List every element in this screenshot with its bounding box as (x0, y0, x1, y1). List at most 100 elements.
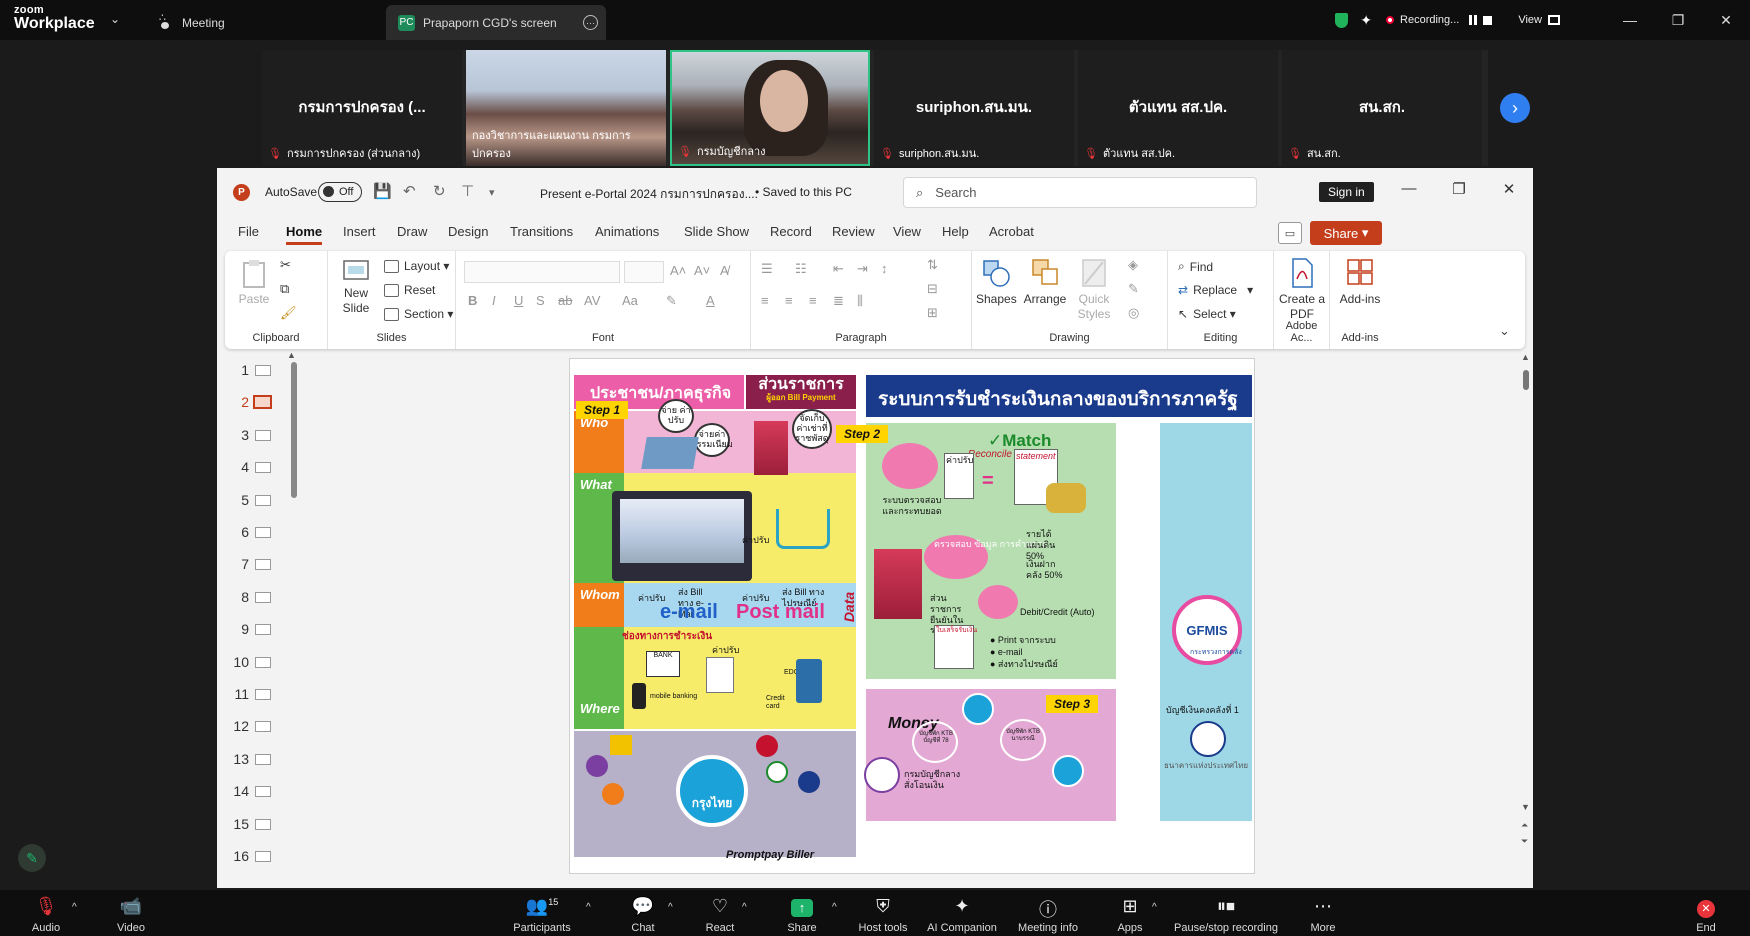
grid-view-icon[interactable] (1548, 15, 1560, 25)
font-family-select[interactable] (464, 261, 620, 283)
increase-indent-icon[interactable]: ⇥ (857, 261, 868, 277)
annotate-pen-button[interactable]: ✎ (18, 844, 46, 872)
char-spacing-icon[interactable]: AV (584, 293, 600, 308)
end-meeting-button[interactable]: ✕ End (1666, 896, 1746, 934)
present-icon[interactable]: ⊤ (461, 182, 474, 200)
shape-fill-icon[interactable]: ◈ (1128, 257, 1138, 273)
align-center-icon[interactable]: ≡ (785, 293, 793, 308)
align-left-icon[interactable]: ≡ (761, 293, 769, 308)
slide-number[interactable]: 13 (225, 751, 249, 767)
react-button[interactable]: ♡ React (680, 896, 760, 934)
participant-tile[interactable]: suriphon.สน.มน. 🎙 suriphon.สน.มน. (874, 50, 1074, 166)
decrease-indent-icon[interactable]: ⇤ (833, 261, 844, 277)
host-tools-button[interactable]: ⛨ Host tools (843, 896, 923, 934)
create-pdf-button[interactable]: Create a PDF (1278, 257, 1326, 322)
slide-thumbnail[interactable] (255, 786, 271, 798)
video-button[interactable]: 📹 Video (91, 896, 171, 934)
tab-record[interactable]: Record (770, 224, 812, 239)
close-icon[interactable]: ✕ (1702, 12, 1750, 29)
add-ins-button[interactable]: Add-ins (1334, 257, 1386, 307)
change-case-icon[interactable]: Aa (622, 293, 638, 308)
font-color-icon[interactable]: A (706, 293, 715, 308)
scroll-up-icon[interactable]: ▲ (1521, 352, 1530, 362)
share-button[interactable]: Share ▾ (1310, 221, 1382, 245)
select-button[interactable]: ↖ Select ▾ (1178, 307, 1236, 321)
ai-companion-button[interactable]: ✦ AI Companion (921, 896, 1003, 934)
restore-icon[interactable]: ❐ (1654, 12, 1702, 29)
align-text-icon[interactable]: ⊟ (927, 281, 938, 297)
arrange-button[interactable]: Arrange (1022, 257, 1068, 307)
comments-icon[interactable]: ▭ (1278, 222, 1302, 244)
tab-home[interactable]: Home (286, 224, 323, 245)
participant-tile[interactable]: กรมการปกครอง (... 🎙 กรมการปกครอง (ส่วนกลา… (262, 50, 462, 166)
strikethrough-icon[interactable]: ab (558, 293, 572, 308)
slide-vertical-scrollbar[interactable]: ▲ ▼ ⏶ ⏷ (1519, 352, 1533, 888)
scroll-down-icon[interactable]: ▼ (1521, 802, 1530, 812)
save-icon[interactable]: 💾 (373, 182, 392, 200)
slide-number[interactable]: 8 (225, 589, 249, 605)
slide-number[interactable]: 4 (225, 459, 249, 475)
shapes-button[interactable]: Shapes (976, 257, 1017, 307)
italic-icon[interactable]: I (492, 293, 496, 308)
customize-qat-icon[interactable]: ▾ (489, 186, 495, 199)
autosave-toggle[interactable]: Off (318, 182, 362, 202)
slide-number[interactable]: 11 (225, 686, 249, 702)
tab-file[interactable]: File (238, 224, 259, 239)
slide-thumbnail[interactable] (255, 689, 271, 700)
shape-outline-icon[interactable]: ✎ (1128, 281, 1139, 297)
numbering-icon[interactable]: ☷ (795, 261, 807, 277)
slide-number[interactable]: 12 (225, 718, 249, 734)
ppt-close-icon[interactable]: ✕ (1489, 180, 1529, 198)
participant-tile[interactable]: ตัวแทน สส.ปค. 🎙 ตัวแทน สส.ปค. (1078, 50, 1278, 166)
decrease-font-icon[interactable]: A˅ (694, 263, 710, 278)
tab-slide-show[interactable]: Slide Show (684, 224, 749, 239)
smartart-icon[interactable]: ⊞ (927, 305, 938, 321)
slide-number[interactable]: 3 (225, 427, 249, 443)
more-icon[interactable]: ··· (583, 15, 598, 30)
font-size-select[interactable] (624, 261, 664, 283)
layout-button[interactable]: Layout ▾ (384, 259, 449, 273)
participant-tile[interactable]: สน.สก. 🎙 สน.สก. (1282, 50, 1482, 166)
slide-canvas[interactable]: ประชาชน/ภาคธุรกิจ ส่วนราชการ ผู้ออก Bill… (569, 358, 1255, 874)
clear-format-icon[interactable]: A̸ (720, 263, 729, 278)
security-shield-icon[interactable] (1335, 12, 1349, 28)
audio-options-caret[interactable]: ^ (72, 902, 77, 913)
slide-number[interactable]: 5 (225, 492, 249, 508)
scroll-up-icon[interactable]: ▲ (287, 350, 296, 360)
line-spacing-icon[interactable]: ↕ (881, 261, 888, 276)
slide-thumbnail[interactable] (255, 559, 271, 571)
tab-view[interactable]: View (893, 224, 921, 239)
redo-icon[interactable]: ↻ (433, 182, 446, 200)
tab-transitions[interactable]: Transitions (510, 224, 573, 239)
share-screen-button[interactable]: ↑ Share (762, 896, 842, 934)
quick-styles-button[interactable]: Quick Styles (1072, 257, 1116, 322)
reset-button[interactable]: Reset (384, 283, 435, 297)
save-status[interactable]: • Saved to this PC (755, 185, 852, 199)
tab-animations[interactable]: Animations (595, 224, 659, 239)
share-caret[interactable]: ^ (832, 902, 837, 913)
bullets-icon[interactable]: ☰ (761, 261, 773, 277)
slide-thumbnail[interactable] (255, 624, 271, 636)
align-right-icon[interactable]: ≡ (809, 293, 817, 308)
slide-thumbnail[interactable] (255, 527, 271, 538)
slide-number[interactable]: 9 (225, 621, 249, 637)
slide-number[interactable]: 15 (225, 816, 249, 832)
chevron-down-icon[interactable]: ⌄ (110, 12, 120, 26)
apps-caret[interactable]: ^ (1152, 902, 1157, 913)
bold-icon[interactable]: B (468, 293, 477, 308)
participant-tile-video[interactable]: กองวิชาการและแผนงาน กรมการปกครอง (466, 50, 666, 166)
slide-thumbnail[interactable] (255, 753, 271, 765)
slide-thumbnail[interactable] (255, 462, 271, 474)
increase-font-icon[interactable]: A˄ (670, 263, 686, 278)
highlight-icon[interactable]: ✎ (666, 293, 677, 309)
sign-in-button[interactable]: Sign in (1319, 182, 1374, 202)
participants-caret[interactable]: ^ (586, 902, 591, 913)
shape-effects-icon[interactable]: ◎ (1128, 305, 1139, 321)
find-button[interactable]: ⌕ Find (1178, 259, 1213, 274)
tab-review[interactable]: Review (832, 224, 875, 239)
view-button[interactable]: View (1518, 14, 1542, 26)
document-title[interactable]: Present e-Portal 2024 กรมการปกครอง.... (540, 185, 758, 204)
slide-number[interactable]: 1 (225, 362, 249, 378)
collapse-ribbon-icon[interactable]: ⌄ (1499, 323, 1510, 339)
slide-thumbnail[interactable] (255, 365, 271, 376)
